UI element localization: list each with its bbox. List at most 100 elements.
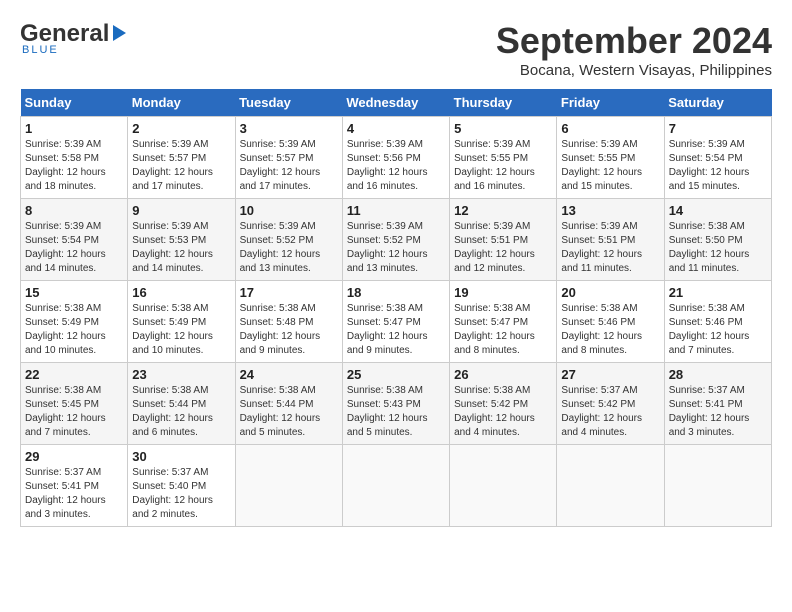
- day-number: 13: [561, 203, 659, 218]
- month-title: September 2024: [496, 20, 772, 62]
- calendar-cell: 20Sunrise: 5:38 AMSunset: 5:46 PMDayligh…: [557, 281, 664, 363]
- day-info: Sunrise: 5:39 AMSunset: 5:57 PMDaylight:…: [132, 138, 230, 194]
- day-info: Sunrise: 5:38 AMSunset: 5:44 PMDaylight:…: [240, 384, 338, 440]
- calendar-cell: 19Sunrise: 5:38 AMSunset: 5:47 PMDayligh…: [450, 281, 557, 363]
- calendar-week-4: 22 Sunrise: 5:38 AMSunset: 5:45 PMDayligh…: [21, 363, 772, 445]
- weekday-header-thursday: Thursday: [450, 89, 557, 117]
- calendar-cell: 3 Sunrise: 5:39 AMSunset: 5:57 PMDaylight…: [235, 117, 342, 199]
- calendar-cell: 18 Sunrise: 5:38 AMSunset: 5:47 PMDayligh…: [342, 281, 449, 363]
- day-info: Sunrise: 5:38 AMSunset: 5:48 PMDaylight:…: [240, 302, 338, 358]
- weekday-header-wednesday: Wednesday: [342, 89, 449, 117]
- calendar-cell: 22 Sunrise: 5:38 AMSunset: 5:45 PMDayligh…: [21, 363, 128, 445]
- day-info: Sunrise: 5:39 AMSunset: 5:51 PMDaylight:…: [454, 220, 552, 276]
- weekday-header-row: SundayMondayTuesdayWednesdayThursdayFrid…: [21, 89, 772, 117]
- day-info: Sunrise: 5:38 AMSunset: 5:47 PMDaylight:…: [347, 302, 445, 358]
- day-number: 28: [669, 367, 767, 382]
- calendar-cell: [342, 445, 449, 527]
- logo: General Blue: [20, 20, 126, 56]
- calendar-cell: 15Sunrise: 5:38 AMSunset: 5:49 PMDayligh…: [21, 281, 128, 363]
- day-number: 6: [561, 121, 659, 136]
- day-info: Sunrise: 5:39 AMSunset: 5:54 PMDaylight:…: [669, 138, 767, 194]
- day-number: 9: [132, 203, 230, 218]
- day-info: Sunrise: 5:39 AMSunset: 5:57 PMDaylight:…: [240, 138, 338, 194]
- day-number: 20: [561, 285, 659, 300]
- day-info: Sunrise: 5:38 AMSunset: 5:45 PMDaylight:…: [25, 384, 123, 440]
- day-number: 23: [132, 367, 230, 382]
- day-number: 7: [669, 121, 767, 136]
- calendar-cell: 29Sunrise: 5:37 AMSunset: 5:41 PMDayligh…: [21, 445, 128, 527]
- day-info: Sunrise: 5:38 AMSunset: 5:50 PMDaylight:…: [669, 220, 767, 276]
- calendar-cell: 16Sunrise: 5:38 AMSunset: 5:49 PMDayligh…: [128, 281, 235, 363]
- calendar-cell: [235, 445, 342, 527]
- day-info: Sunrise: 5:39 AMSunset: 5:52 PMDaylight:…: [347, 220, 445, 276]
- logo-blue-text: Blue: [20, 44, 59, 56]
- day-info: Sunrise: 5:38 AMSunset: 5:46 PMDaylight:…: [669, 302, 767, 358]
- day-info: Sunrise: 5:38 AMSunset: 5:44 PMDaylight:…: [132, 384, 230, 440]
- calendar-cell: 2 Sunrise: 5:39 AMSunset: 5:57 PMDaylight…: [128, 117, 235, 199]
- calendar-cell: 27Sunrise: 5:37 AMSunset: 5:42 PMDayligh…: [557, 363, 664, 445]
- day-number: 1: [25, 121, 123, 136]
- day-number: 24: [240, 367, 338, 382]
- day-number: 25: [347, 367, 445, 382]
- calendar: SundayMondayTuesdayWednesdayThursdayFrid…: [20, 89, 772, 527]
- calendar-week-3: 15 Sunrise: 5:38 AMSunset: 5:49 PMDayligh…: [21, 281, 772, 363]
- day-info: Sunrise: 5:38 AMSunset: 5:49 PMDaylight:…: [132, 302, 230, 358]
- day-number: 4: [347, 121, 445, 136]
- calendar-cell: 7 Sunrise: 5:39 AMSunset: 5:54 PMDaylight…: [664, 117, 771, 199]
- calendar-cell: 28 Sunrise: 5:37 AMSunset: 5:41 PMDayligh…: [664, 363, 771, 445]
- day-info: Sunrise: 5:38 AMSunset: 5:42 PMDaylight:…: [454, 384, 552, 440]
- calendar-week-2: 8 Sunrise: 5:39 AMSunset: 5:54 PMDaylight…: [21, 199, 772, 281]
- calendar-cell: 23 Sunrise: 5:38 AMSunset: 5:44 PMDayligh…: [128, 363, 235, 445]
- calendar-cell: [664, 445, 771, 527]
- weekday-header-saturday: Saturday: [664, 89, 771, 117]
- calendar-cell: 13 Sunrise: 5:39 AMSunset: 5:51 PMDayligh…: [557, 199, 664, 281]
- day-info: Sunrise: 5:37 AMSunset: 5:41 PMDaylight:…: [25, 466, 123, 522]
- header: General Blue September 2024 Bocana, West…: [20, 20, 772, 79]
- day-info: Sunrise: 5:37 AMSunset: 5:41 PMDaylight:…: [669, 384, 767, 440]
- day-info: Sunrise: 5:38 AMSunset: 5:43 PMDaylight:…: [347, 384, 445, 440]
- day-info: Sunrise: 5:38 AMSunset: 5:47 PMDaylight:…: [454, 302, 552, 358]
- day-info: Sunrise: 5:39 AMSunset: 5:56 PMDaylight:…: [347, 138, 445, 194]
- day-number: 22: [25, 367, 123, 382]
- day-number: 2: [132, 121, 230, 136]
- calendar-cell: 5 Sunrise: 5:39 AMSunset: 5:55 PMDaylight…: [450, 117, 557, 199]
- day-info: Sunrise: 5:39 AMSunset: 5:51 PMDaylight:…: [561, 220, 659, 276]
- calendar-cell: 21 Sunrise: 5:38 AMSunset: 5:46 PMDayligh…: [664, 281, 771, 363]
- calendar-cell: 11 Sunrise: 5:39 AMSunset: 5:52 PMDayligh…: [342, 199, 449, 281]
- day-number: 15: [25, 285, 123, 300]
- day-info: Sunrise: 5:39 AMSunset: 5:54 PMDaylight:…: [25, 220, 123, 276]
- calendar-cell: 17 Sunrise: 5:38 AMSunset: 5:48 PMDayligh…: [235, 281, 342, 363]
- day-number: 18: [347, 285, 445, 300]
- day-number: 8: [25, 203, 123, 218]
- calendar-cell: 30Sunrise: 5:37 AMSunset: 5:40 PMDayligh…: [128, 445, 235, 527]
- calendar-cell: 4 Sunrise: 5:39 AMSunset: 5:56 PMDaylight…: [342, 117, 449, 199]
- weekday-header-tuesday: Tuesday: [235, 89, 342, 117]
- calendar-cell: 8 Sunrise: 5:39 AMSunset: 5:54 PMDaylight…: [21, 199, 128, 281]
- calendar-cell: 10Sunrise: 5:39 AMSunset: 5:52 PMDayligh…: [235, 199, 342, 281]
- day-number: 3: [240, 121, 338, 136]
- day-info: Sunrise: 5:39 AMSunset: 5:53 PMDaylight:…: [132, 220, 230, 276]
- calendar-cell: 24 Sunrise: 5:38 AMSunset: 5:44 PMDayligh…: [235, 363, 342, 445]
- day-info: Sunrise: 5:39 AMSunset: 5:52 PMDaylight:…: [240, 220, 338, 276]
- day-number: 14: [669, 203, 767, 218]
- day-number: 21: [669, 285, 767, 300]
- calendar-cell: 1 Sunrise: 5:39 AMSunset: 5:58 PMDaylight…: [21, 117, 128, 199]
- day-info: Sunrise: 5:39 AMSunset: 5:58 PMDaylight:…: [25, 138, 123, 194]
- day-number: 12: [454, 203, 552, 218]
- day-number: 5: [454, 121, 552, 136]
- day-number: 26: [454, 367, 552, 382]
- calendar-cell: 26 Sunrise: 5:38 AMSunset: 5:42 PMDayligh…: [450, 363, 557, 445]
- title-area: September 2024 Bocana, Western Visayas, …: [496, 20, 772, 79]
- calendar-cell: 25 Sunrise: 5:38 AMSunset: 5:43 PMDayligh…: [342, 363, 449, 445]
- day-info: Sunrise: 5:39 AMSunset: 5:55 PMDaylight:…: [454, 138, 552, 194]
- weekday-header-sunday: Sunday: [21, 89, 128, 117]
- weekday-header-monday: Monday: [128, 89, 235, 117]
- day-info: Sunrise: 5:39 AMSunset: 5:55 PMDaylight:…: [561, 138, 659, 194]
- day-info: Sunrise: 5:37 AMSunset: 5:42 PMDaylight:…: [561, 384, 659, 440]
- calendar-week-5: 29Sunrise: 5:37 AMSunset: 5:41 PMDayligh…: [21, 445, 772, 527]
- calendar-cell: 9 Sunrise: 5:39 AMSunset: 5:53 PMDaylight…: [128, 199, 235, 281]
- day-number: 11: [347, 203, 445, 218]
- location: Bocana, Western Visayas, Philippines: [496, 62, 772, 79]
- day-number: 17: [240, 285, 338, 300]
- calendar-cell: [557, 445, 664, 527]
